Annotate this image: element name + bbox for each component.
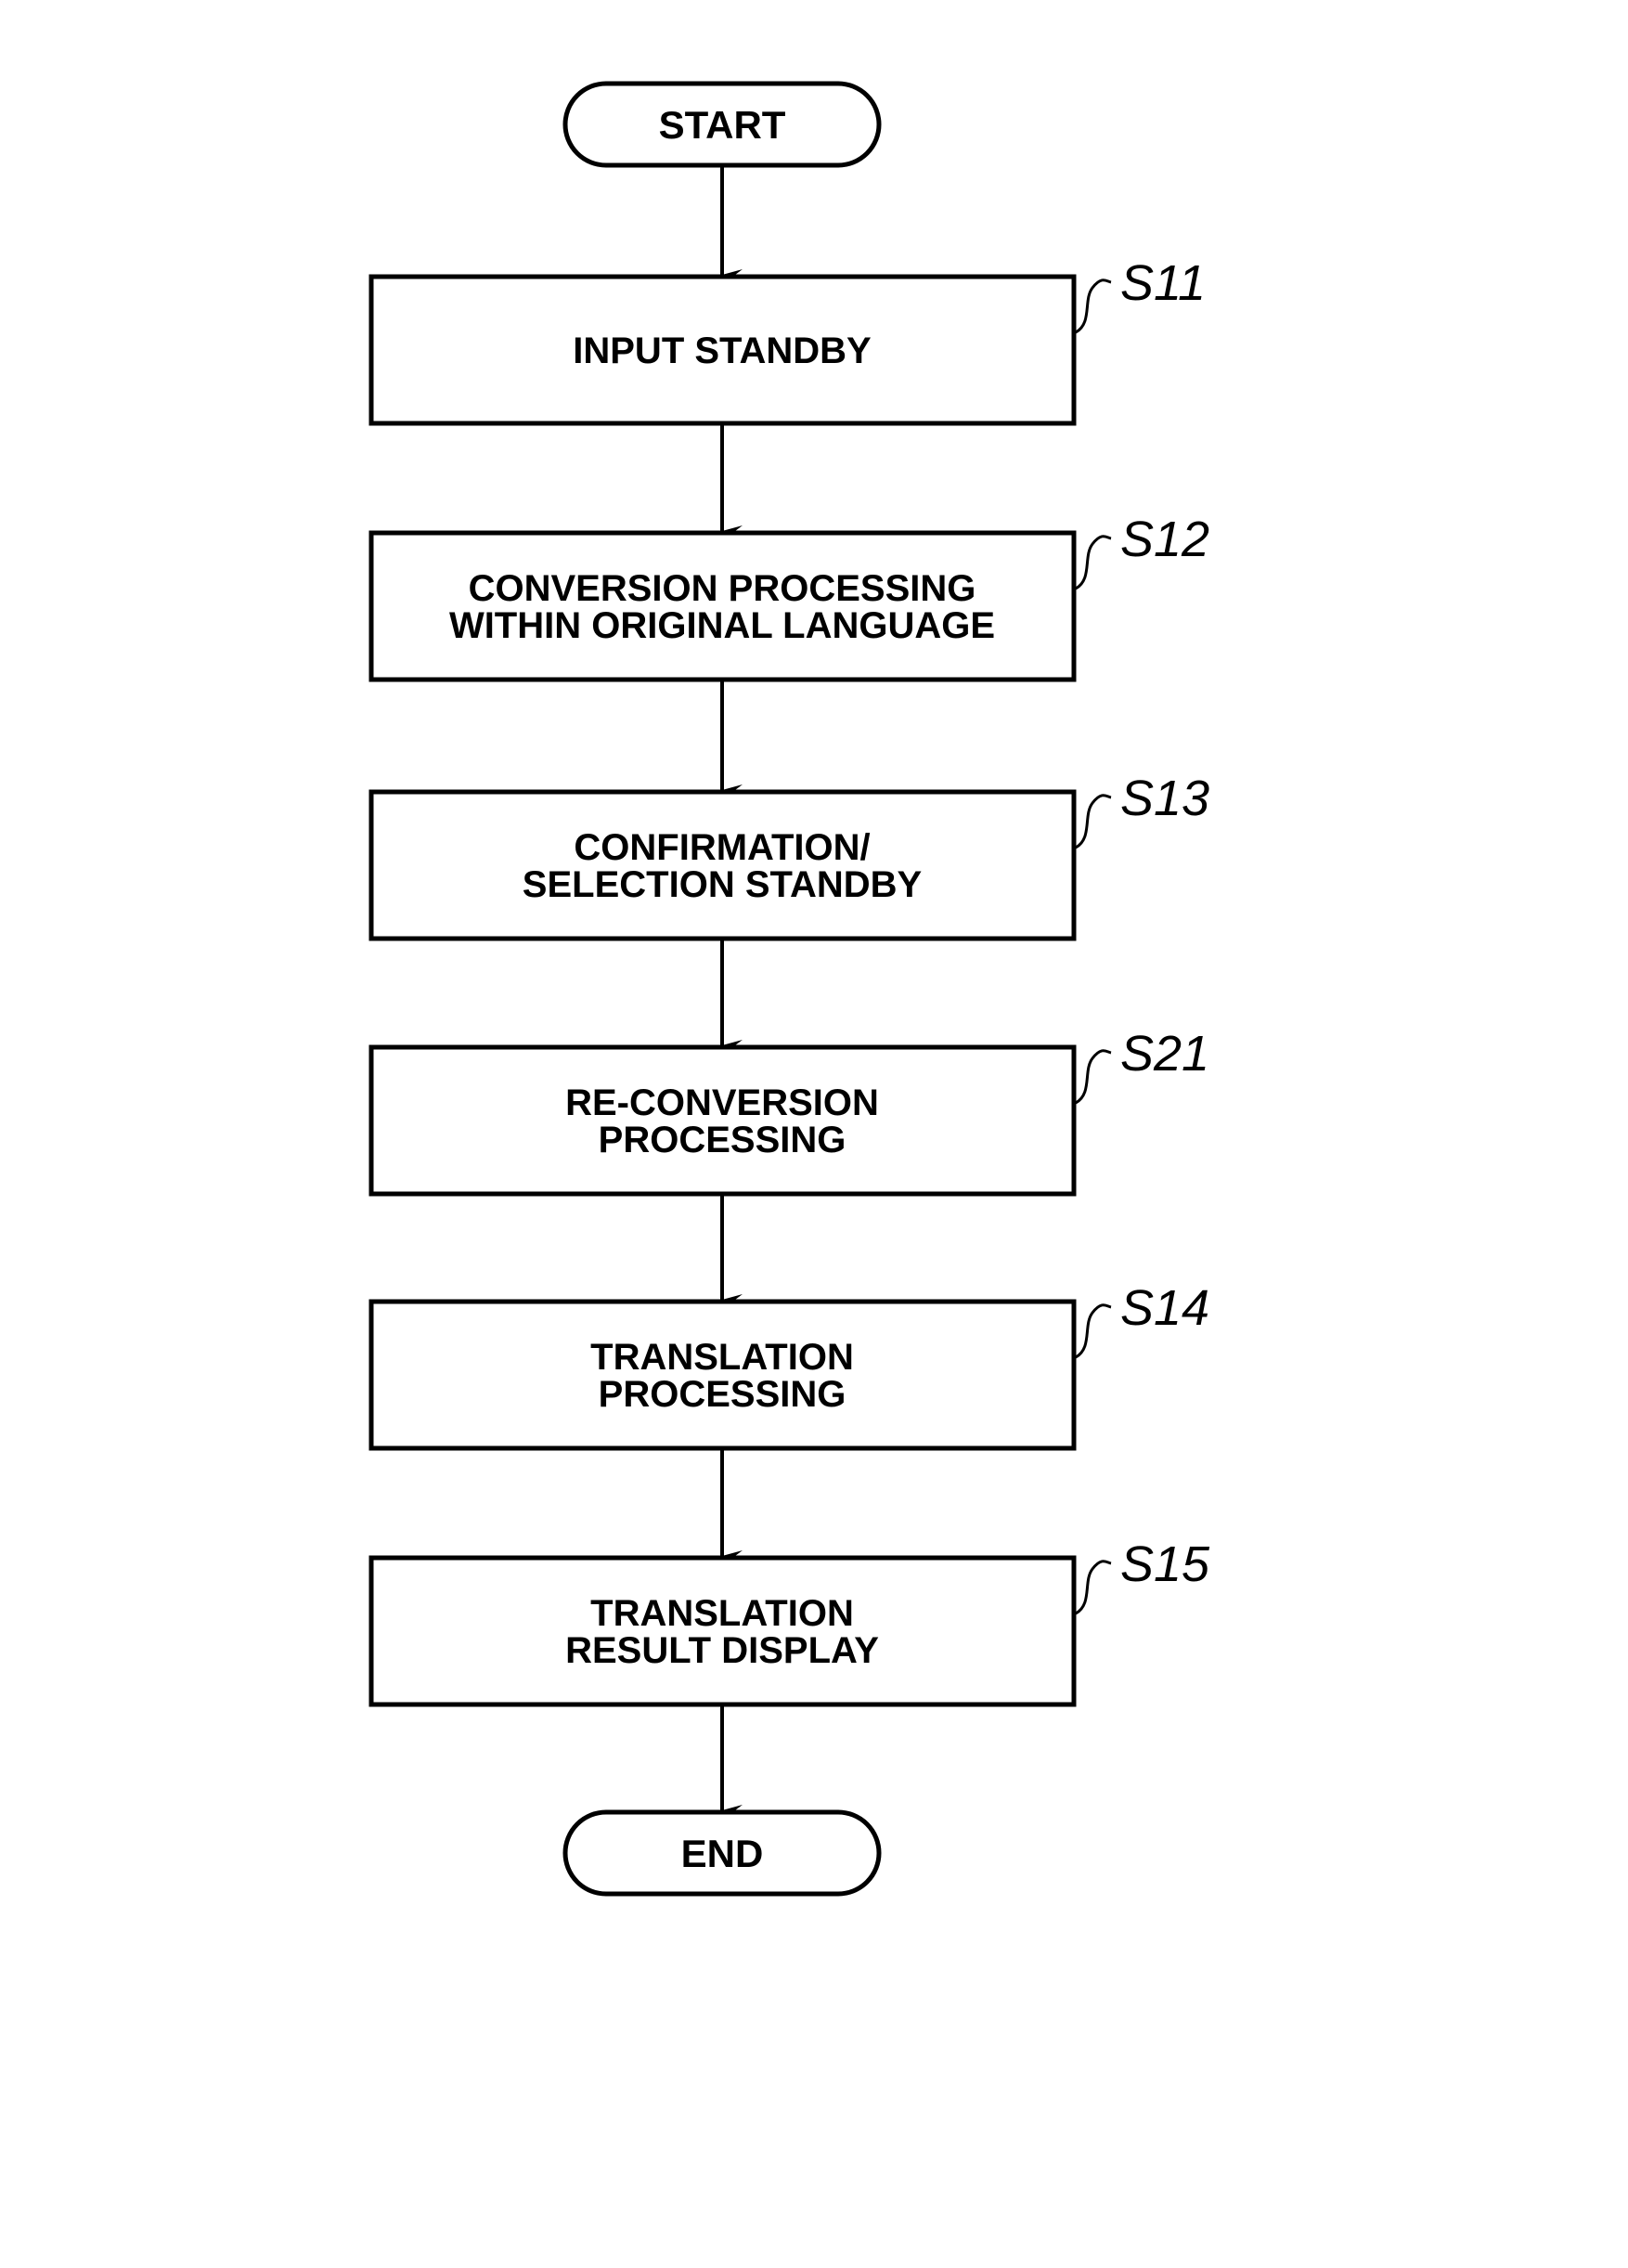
step-leader-line <box>1075 1560 1112 1615</box>
process-text-line: WITHIN ORIGINAL LANGUAGE <box>449 605 995 646</box>
process-text-line: TRANSLATION <box>590 1593 854 1634</box>
step-leader-line <box>1075 535 1112 590</box>
process-text-line: INPUT STANDBY <box>573 330 872 371</box>
start-terminal-label: START <box>659 103 786 147</box>
process-text-line: PROCESSING <box>599 1120 846 1160</box>
process-step-s14: TRANSLATIONPROCESSING <box>368 1299 1077 1451</box>
process-text-line: RESULT DISPLAY <box>565 1630 879 1671</box>
step-id-label: S21 <box>1120 1026 1209 1082</box>
step-id-label: S15 <box>1120 1536 1210 1592</box>
step-leader-line <box>1075 279 1112 334</box>
process-text-line: CONVERSION PROCESSING <box>469 568 976 609</box>
process-step-s13: CONFIRMATION/SELECTION STANDBY <box>368 789 1077 941</box>
process-step-s11: INPUT STANDBY <box>368 274 1077 426</box>
step-id-label: S14 <box>1120 1280 1209 1336</box>
end-terminal-label: END <box>681 1832 764 1875</box>
step-id-label: S11 <box>1120 255 1206 311</box>
process-text-line: CONFIRMATION/ <box>574 827 870 868</box>
step-leader-line <box>1075 794 1112 849</box>
process-text-line: PROCESSING <box>599 1374 846 1415</box>
step-leader-line <box>1075 1303 1112 1359</box>
process-step-s12: CONVERSION PROCESSINGWITHIN ORIGINAL LAN… <box>368 530 1077 682</box>
start-terminal: START <box>562 81 882 168</box>
process-step-s15: TRANSLATIONRESULT DISPLAY <box>368 1555 1077 1707</box>
step-leader-line <box>1075 1049 1112 1105</box>
process-text-line: SELECTION STANDBY <box>523 864 923 905</box>
process-text-line: RE-CONVERSION <box>565 1082 879 1123</box>
end-terminal: END <box>562 1809 882 1897</box>
process-text-line: TRANSLATION <box>590 1337 854 1378</box>
step-id-label: S12 <box>1120 512 1209 567</box>
flowchart: START END INPUT STANDBY CONVERSION PROCESSI… <box>368 81 1210 1897</box>
step-id-label: S13 <box>1120 771 1209 826</box>
process-step-s21: RE-CONVERSIONPROCESSING <box>368 1044 1077 1197</box>
